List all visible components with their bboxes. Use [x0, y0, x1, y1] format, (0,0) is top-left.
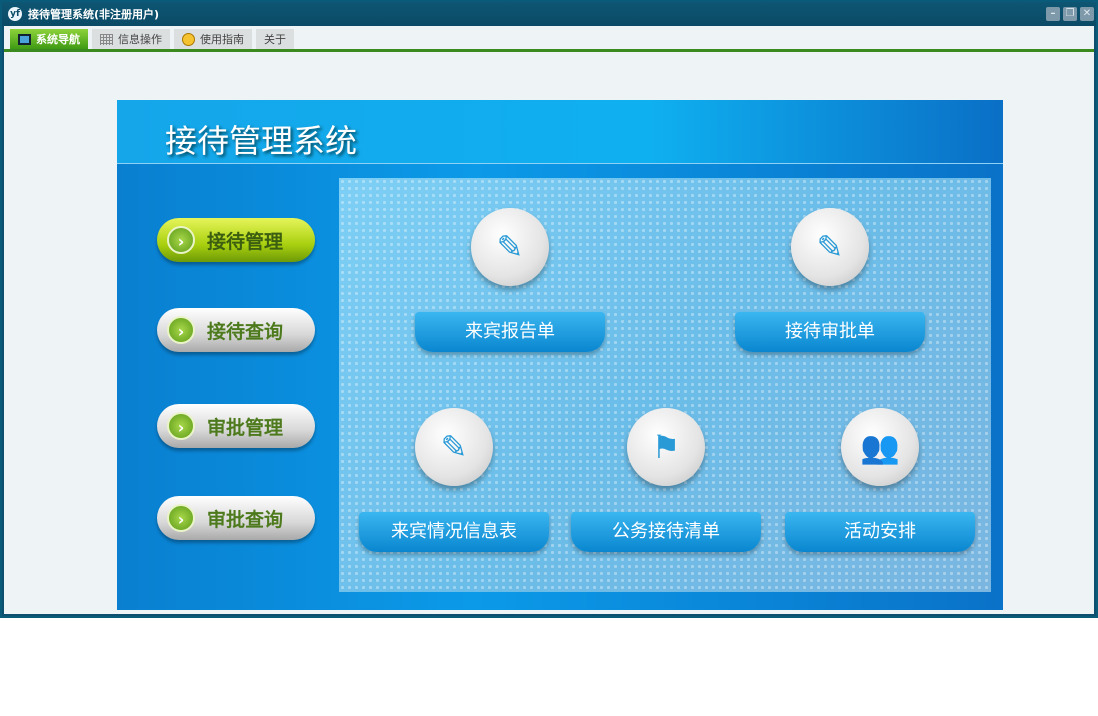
nav-panel: 接待管理系统 › 接待管理 › 接待查询 › 审批管理 › 审批查询 ✎ 来宾报告单 ✎ 接… — [117, 100, 1003, 610]
tab-label: 关于 — [264, 33, 286, 46]
tab-guide[interactable]: 使用指南 — [174, 29, 252, 49]
menu-approval-query[interactable]: › 审批查询 — [157, 496, 315, 540]
function-area: ✎ 来宾报告单 ✎ 接待审批单 ✎ 来宾情况信息表 ⚑ 公务接待清单 👥 活动安排 — [339, 178, 991, 592]
app-window: yf 接待管理系统(非注册用户) – ❐ ✕ 系统导航 信息操作 使用指南 关于… — [0, 0, 1098, 618]
item-label: 来宾情况信息表 — [359, 512, 549, 552]
users-icon: 👥 — [841, 408, 919, 486]
item-label: 来宾报告单 — [415, 312, 605, 352]
guest-report-button[interactable]: ✎ 来宾报告单 — [415, 208, 605, 352]
form-edit-icon: ✎ — [791, 208, 869, 286]
grid-icon — [100, 33, 113, 45]
tab-bar: 系统导航 信息操作 使用指南 关于 — [4, 26, 1094, 52]
title-bar: yf 接待管理系统(非注册用户) – ❐ ✕ — [2, 2, 1096, 26]
restore-button[interactable]: ❐ — [1063, 7, 1077, 21]
help-icon — [182, 32, 195, 46]
tab-label: 信息操作 — [118, 33, 162, 46]
menu-label: 审批管理 — [207, 416, 284, 439]
tab-about[interactable]: 关于 — [256, 29, 294, 49]
minimize-button[interactable]: – — [1046, 7, 1060, 21]
activity-schedule-button[interactable]: 👥 活动安排 — [785, 408, 975, 552]
menu-approval-manage[interactable]: › 审批管理 — [157, 404, 315, 448]
menu-label: 接待查询 — [207, 320, 284, 343]
tab-label: 系统导航 — [36, 33, 80, 46]
menu-reception-manage[interactable]: › 接待管理 — [157, 218, 315, 262]
official-reception-list-button[interactable]: ⚑ 公务接待清单 — [571, 408, 761, 552]
arrow-right-icon: › — [167, 226, 195, 254]
guest-info-button[interactable]: ✎ 来宾情况信息表 — [359, 408, 549, 552]
close-button[interactable]: ✕ — [1080, 7, 1094, 21]
item-label: 接待审批单 — [735, 312, 925, 352]
form-edit-icon: ✎ — [471, 208, 549, 286]
arrow-right-icon: › — [167, 412, 195, 440]
form-edit-icon: ✎ — [415, 408, 493, 486]
arrow-right-icon: › — [167, 316, 195, 344]
item-label: 公务接待清单 — [571, 512, 761, 552]
item-label: 活动安排 — [785, 512, 975, 552]
menu-label: 审批查询 — [207, 508, 284, 531]
tab-system-nav[interactable]: 系统导航 — [10, 29, 88, 49]
flag-icon: ⚑ — [627, 408, 705, 486]
tab-label: 使用指南 — [200, 33, 244, 46]
app-logo-icon: yf — [8, 7, 22, 21]
arrow-right-icon: › — [167, 504, 195, 532]
menu-reception-query[interactable]: › 接待查询 — [157, 308, 315, 352]
tab-info-ops[interactable]: 信息操作 — [92, 29, 170, 49]
monitor-icon — [18, 33, 31, 45]
menu-label: 接待管理 — [207, 230, 284, 253]
window-title: 接待管理系统(非注册用户) — [28, 8, 160, 21]
panel-title: 接待管理系统 — [117, 100, 1003, 164]
reception-approval-button[interactable]: ✎ 接待审批单 — [735, 208, 925, 352]
